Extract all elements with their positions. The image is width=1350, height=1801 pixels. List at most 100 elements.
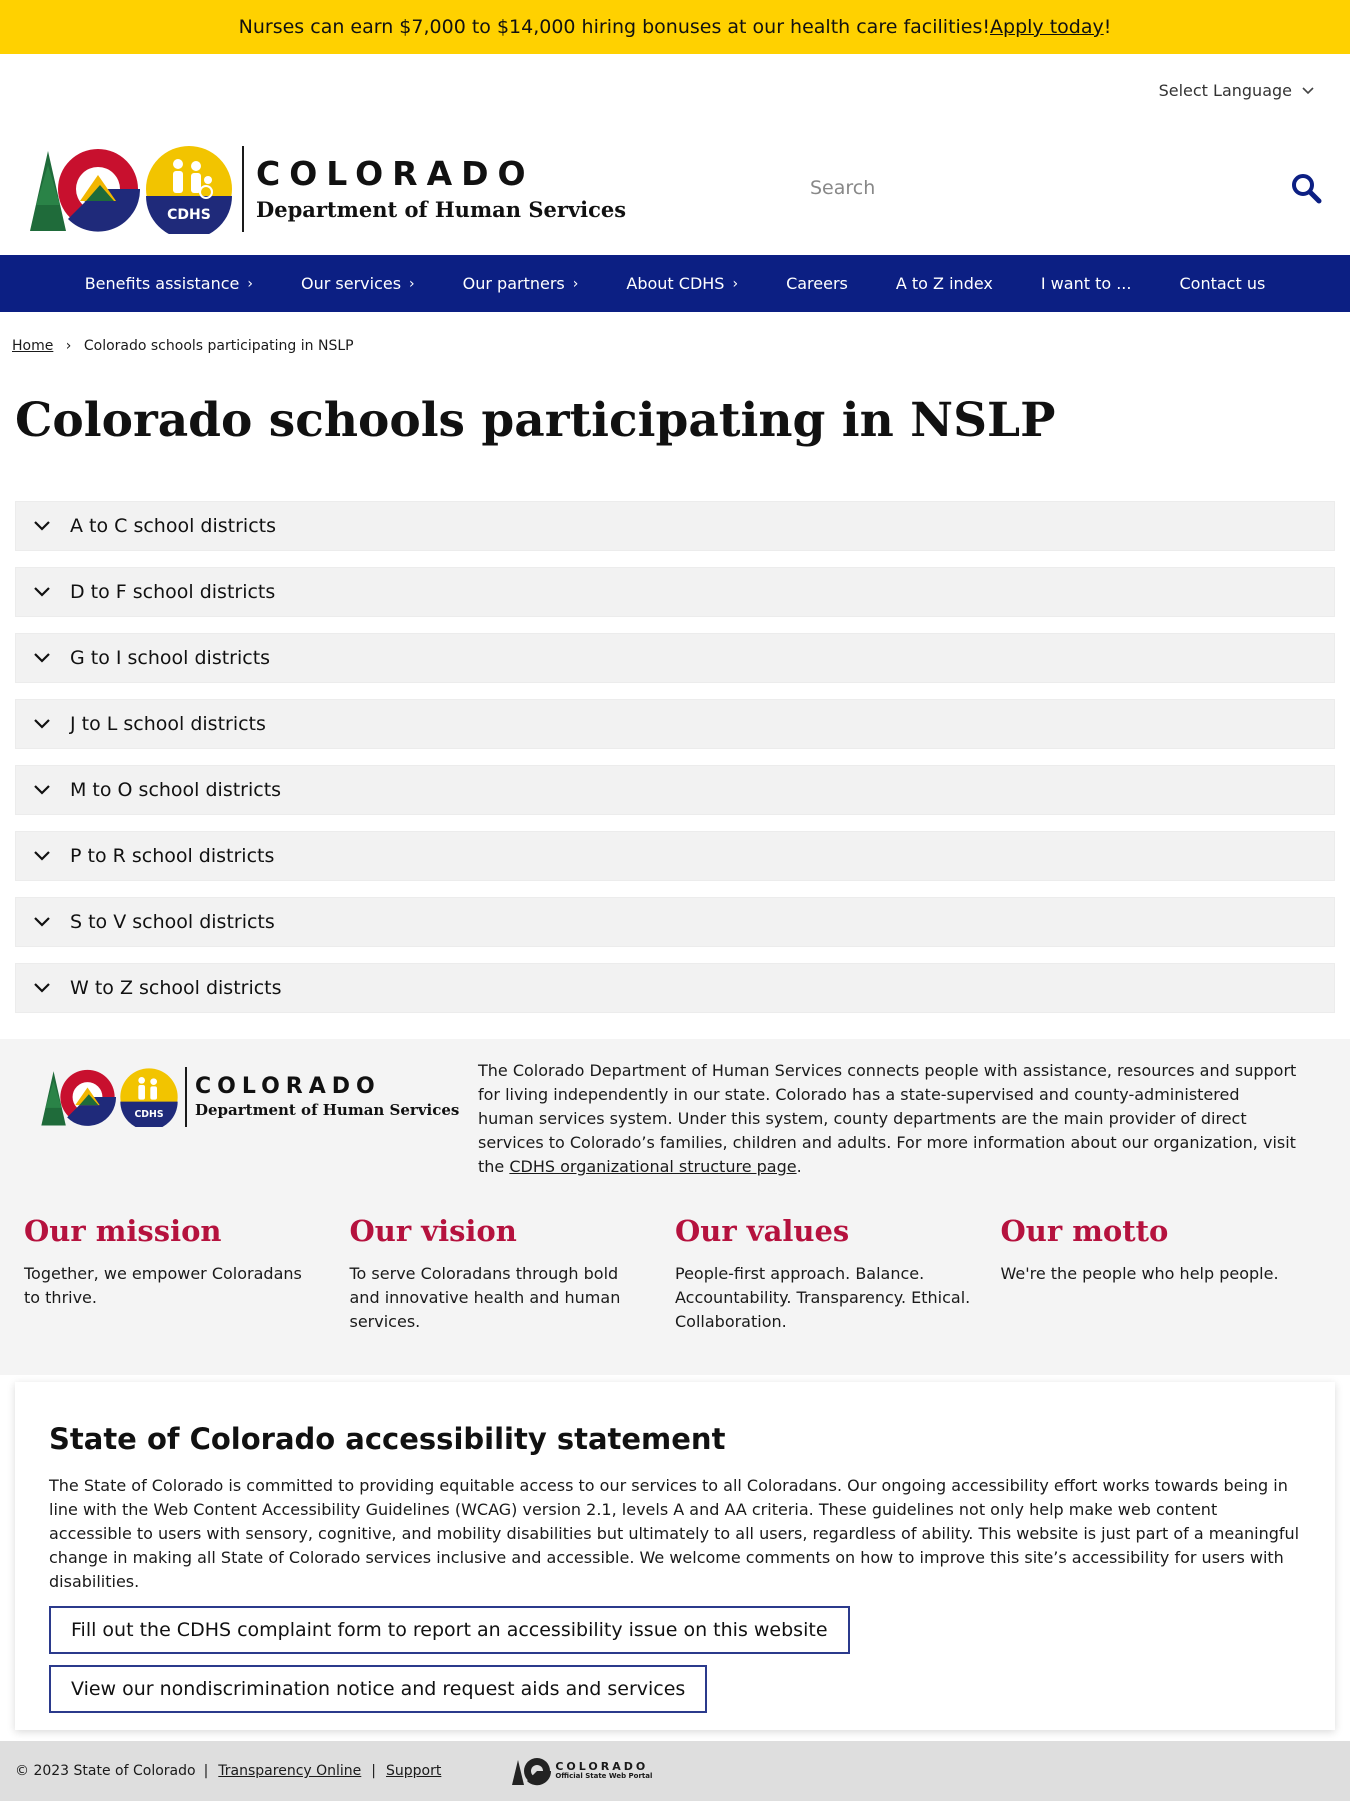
value-text: Together, we empower Coloradans to thriv… xyxy=(24,1264,302,1307)
chevron-right-icon: › xyxy=(572,275,579,292)
accordion-item-g-to-i[interactable]: G to I school districts xyxy=(15,633,1335,683)
accordion-label: D to F school districts xyxy=(70,581,276,603)
logo-subtitle: Department of Human Services xyxy=(256,196,627,222)
accordion-item-p-to-r[interactable]: P to R school districts xyxy=(15,831,1335,881)
language-selector[interactable]: Select Language xyxy=(1159,81,1314,100)
colorado-c-logo-icon xyxy=(30,149,140,232)
chevron-down-icon xyxy=(34,917,56,927)
accordion-label: G to I school districts xyxy=(70,647,271,669)
breadcrumb-home-link[interactable]: Home xyxy=(12,338,53,354)
nav-item-contact-us[interactable]: Contact us xyxy=(1155,274,1289,293)
accordion-item-j-to-l[interactable]: J to L school districts xyxy=(15,699,1335,749)
nav-label: Contact us xyxy=(1179,274,1266,293)
org-structure-link[interactable]: CDHS organizational structure page xyxy=(509,1157,796,1176)
accordion-item-m-to-o[interactable]: M to O school districts xyxy=(15,765,1335,815)
accordion-label: A to C school districts xyxy=(70,515,276,537)
apply-today-link[interactable]: Apply today xyxy=(990,16,1104,38)
value-text: People-first approach. Balance. Accounta… xyxy=(675,1264,971,1331)
footer-about-text: The Colorado Department of Human Service… xyxy=(478,1059,1298,1179)
value-title: Our mission xyxy=(24,1214,222,1248)
accessibility-statement: State of Colorado accessibility statemen… xyxy=(15,1382,1335,1730)
search-input[interactable] xyxy=(800,166,1280,210)
about-suffix: . xyxy=(796,1157,802,1176)
cdhs-badge-text: CDHS xyxy=(134,1109,163,1120)
complaint-form-button[interactable]: Fill out the CDHS complaint form to repo… xyxy=(49,1606,850,1654)
alert-banner: Nurses can earn $7,000 to $14,000 hiring… xyxy=(0,0,1350,54)
portal-subtitle: Official State Web Portal xyxy=(555,1772,653,1781)
accordion-item-s-to-v[interactable]: S to V school districts xyxy=(15,897,1335,947)
site-header: CDHS COLORADO Department of Human Servic… xyxy=(0,130,1350,255)
chevron-down-icon xyxy=(34,851,56,861)
logo-divider xyxy=(242,146,244,232)
nav-item-our-partners[interactable]: Our partners › xyxy=(439,274,603,293)
footer-logo-subtitle: Department of Human Services xyxy=(195,1101,460,1120)
chevron-down-icon xyxy=(1302,86,1314,94)
cdhs-badge-icon: CDHS xyxy=(146,146,232,234)
accordion-item-d-to-f[interactable]: D to F school districts xyxy=(15,567,1335,617)
nav-label: I want to ... xyxy=(1040,274,1132,293)
accessibility-title: State of Colorado accessibility statemen… xyxy=(49,1422,726,1456)
district-accordion: A to C school districts D to F school di… xyxy=(0,501,1350,1013)
cdhs-badge-icon: CDHS xyxy=(120,1068,178,1127)
value-title: Our values xyxy=(675,1214,850,1248)
accordion-item-w-to-z[interactable]: W to Z school districts xyxy=(15,963,1335,1013)
chevron-down-icon xyxy=(34,521,56,531)
footer-logo[interactable]: CDHS COLORADO Department of Human Servic… xyxy=(40,1067,459,1127)
pipe-separator: | xyxy=(203,1763,209,1779)
cdhs-badge-text: CDHS xyxy=(167,207,211,223)
chevron-down-icon xyxy=(34,587,56,597)
chevron-right-icon: › xyxy=(247,275,253,292)
nondiscrimination-button[interactable]: View our nondiscrimination notice and re… xyxy=(49,1665,708,1713)
value-text: To serve Coloradans through bold and inn… xyxy=(349,1264,621,1331)
logo-text: COLORADO Department of Human Services xyxy=(256,156,627,222)
value-text: We're the people who help people. xyxy=(1000,1264,1279,1283)
accordion-label: W to Z school districts xyxy=(70,977,282,999)
colorado-c-logo-icon xyxy=(41,1069,116,1126)
copyright: © 2023 State of Colorado xyxy=(15,1763,196,1779)
breadcrumb-separator: › xyxy=(65,338,72,354)
nav-item-i-want-to[interactable]: I want to ... xyxy=(1017,274,1156,293)
accordion-label: J to L school districts xyxy=(70,713,266,735)
nav-item-benefits-assistance[interactable]: Benefits assistance › xyxy=(61,274,277,293)
alert-suffix: ! xyxy=(1103,16,1112,38)
accordion-item-a-to-c[interactable]: A to C school districts xyxy=(15,501,1335,551)
nav-label: About CDHS xyxy=(626,274,725,293)
footer: CDHS COLORADO Department of Human Servic… xyxy=(0,1039,1350,1375)
search-icon[interactable] xyxy=(1290,172,1322,204)
state-portal-logo[interactable]: COLORADO Official State Web Portal xyxy=(511,1756,652,1786)
colorado-c-logo-icon xyxy=(512,1758,552,1786)
transparency-online-link[interactable]: Transparency Online xyxy=(218,1763,361,1779)
bottom-bar: © 2023 State of Colorado | Transparency … xyxy=(0,1741,1350,1801)
breadcrumb: Home › Colorado schools participating in… xyxy=(0,312,1350,390)
cdhs-logo[interactable]: CDHS COLORADO Department of Human Servic… xyxy=(28,144,626,234)
nav-label: Careers xyxy=(786,274,848,293)
value-title: Our motto xyxy=(1000,1214,1169,1248)
nav-label: Our partners xyxy=(462,274,565,293)
language-row: Select Language xyxy=(0,54,1350,130)
alert-text: Nurses can earn $7,000 to $14,000 hiring… xyxy=(238,16,991,38)
accessibility-text: The State of Colorado is committed to pr… xyxy=(49,1476,1300,1591)
vision-column: Our vision To serve Coloradans through b… xyxy=(350,1214,676,1334)
accordion-label: S to V school districts xyxy=(70,911,275,933)
value-title: Our vision xyxy=(349,1214,517,1248)
logo-text: COLORADO Department of Human Services xyxy=(195,1074,460,1120)
nav-label: A to Z index xyxy=(895,274,993,293)
page-title: Colorado schools participating in NSLP xyxy=(15,393,1056,448)
values-column: Our values People-first approach. Balanc… xyxy=(675,1214,1001,1334)
nav-item-careers[interactable]: Careers xyxy=(762,274,872,293)
chevron-right-icon: › xyxy=(732,275,739,292)
chevron-down-icon xyxy=(34,983,56,993)
nav-label: Our services xyxy=(301,274,402,293)
mission-column: Our mission Together, we empower Colorad… xyxy=(24,1214,350,1334)
accordion-label: P to R school districts xyxy=(70,845,275,867)
language-label: Select Language xyxy=(1158,81,1292,100)
main-nav: Benefits assistance › Our services › Our… xyxy=(0,255,1350,312)
nav-label: Benefits assistance xyxy=(84,274,240,293)
pipe-separator: | xyxy=(371,1763,377,1779)
accordion-label: M to O school districts xyxy=(70,779,282,801)
nav-item-a-to-z-index[interactable]: A to Z index xyxy=(872,274,1017,293)
breadcrumb-current: Colorado schools participating in NSLP xyxy=(83,338,354,354)
nav-item-about-cdhs[interactable]: About CDHS › xyxy=(602,274,762,293)
support-link[interactable]: Support xyxy=(386,1763,441,1779)
nav-item-our-services[interactable]: Our services › xyxy=(277,274,439,293)
